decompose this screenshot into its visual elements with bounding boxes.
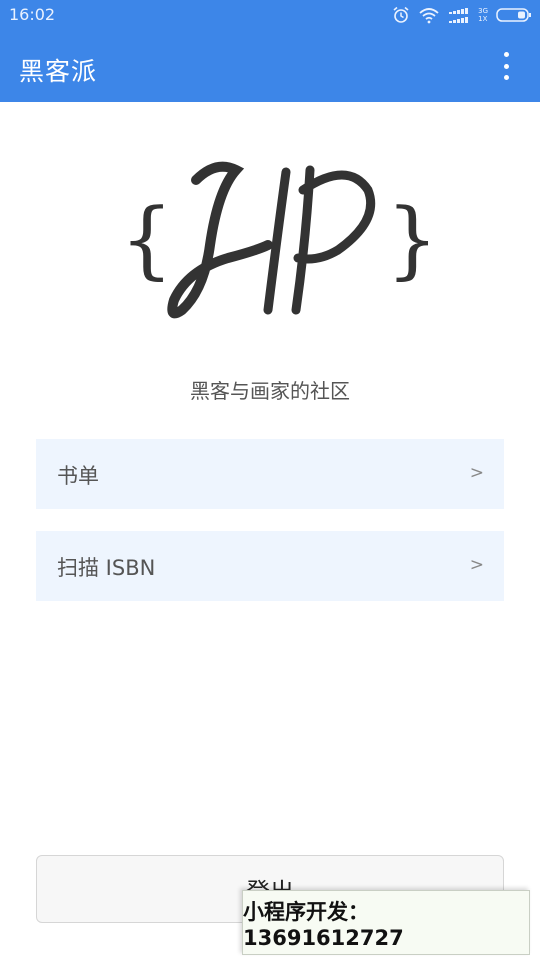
chevron-right-icon: >	[469, 555, 484, 575]
logo-letter-h	[167, 161, 273, 319]
logo-open-brace: {	[120, 190, 173, 288]
network-type: 3G 1X	[478, 7, 488, 23]
status-bar: 16:02 3G 1X	[0, 0, 540, 30]
network-top: 3G	[478, 7, 488, 15]
menu-item-label: 扫描 ISBN	[57, 556, 156, 580]
contact-watermark: 小程序开发：13691612727	[242, 890, 530, 955]
status-time: 16:02	[9, 5, 56, 24]
signal-icon	[449, 8, 469, 23]
hp-logo: { }	[118, 150, 439, 330]
chevron-right-icon: >	[469, 463, 484, 483]
app-bar: 黑客派	[0, 30, 540, 102]
app-title: 黑客派	[19, 57, 98, 86]
battery-icon	[496, 8, 531, 22]
more-options-button[interactable]	[492, 48, 520, 84]
wifi-icon	[419, 8, 439, 24]
logo-close-brace: }	[386, 190, 428, 288]
menu-item-label: 书单	[57, 464, 99, 488]
menu-item-book-list[interactable]: 书单 >	[36, 439, 504, 509]
more-dot	[503, 75, 509, 80]
status-icons: 3G 1X	[392, 5, 532, 25]
more-vert-icon	[503, 52, 509, 57]
tagline: 黑客与画家的社区	[190, 379, 350, 403]
network-bottom: 1X	[478, 15, 488, 23]
alarm-icon	[393, 6, 409, 23]
more-dot	[503, 63, 509, 69]
logo-letter-p	[291, 165, 376, 315]
hp-logo-graphic: { }	[120, 161, 439, 319]
menu-item-scan-isbn[interactable]: 扫描 ISBN >	[36, 531, 504, 601]
